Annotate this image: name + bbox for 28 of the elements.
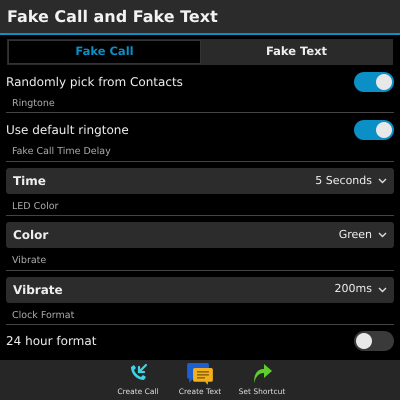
dropdown[interactable]: Color Green xyxy=(6,222,394,248)
setting-label: Randomly pick from Contacts xyxy=(6,74,183,90)
dropdown-value: 5 Seconds xyxy=(315,172,372,189)
window-title: Fake Call and Fake Text xyxy=(7,6,218,28)
dropdown-value: 200ms xyxy=(334,281,372,298)
tab[interactable]: Fake Call xyxy=(8,40,201,64)
tab[interactable]: Fake Text xyxy=(201,40,392,64)
section-header: Fake Call Time Delay xyxy=(6,143,394,162)
toggle-switch[interactable] xyxy=(354,120,394,140)
toggle-switch[interactable] xyxy=(354,72,394,92)
section-header: Ringtone xyxy=(6,95,394,114)
chevron-down-icon xyxy=(378,178,387,184)
setting-label: Use default ringtone xyxy=(6,122,129,139)
dropdown-label: Color xyxy=(13,227,48,244)
section-header: LED Color xyxy=(6,198,394,216)
chevron-down-icon xyxy=(378,232,387,238)
section-header: Vibrate xyxy=(6,252,394,271)
setting-label: 24 hour format xyxy=(6,333,96,350)
curved-arrow-icon xyxy=(251,362,273,384)
dropdown-value: Green xyxy=(338,226,372,243)
section-header: Clock Format xyxy=(6,306,394,325)
dropdown[interactable]: Time 5 Seconds xyxy=(6,168,394,194)
toggle-switch[interactable] xyxy=(354,331,394,352)
dropdown-label: Time xyxy=(13,172,46,190)
dropdown-label: Vibrate xyxy=(13,282,63,299)
chat-bubbles-icon xyxy=(186,362,214,386)
chevron-down-icon xyxy=(378,286,387,293)
dropdown[interactable]: Vibrate 200ms xyxy=(6,276,394,303)
